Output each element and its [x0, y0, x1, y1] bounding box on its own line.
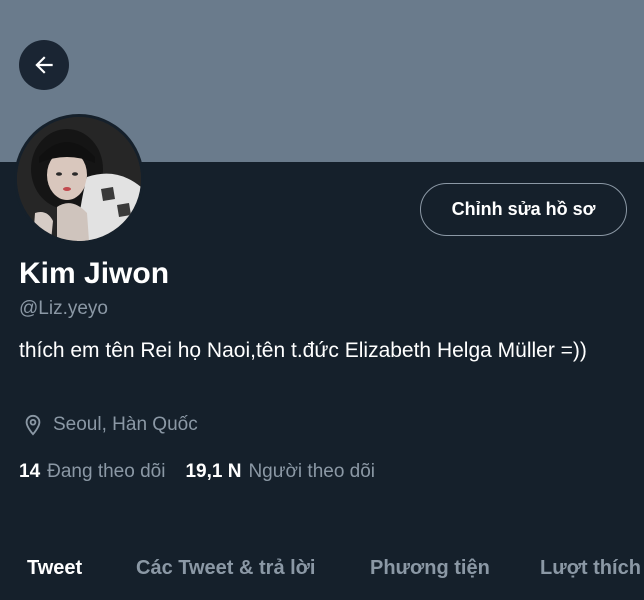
- profile-stats: 14 Đang theo dõi 19,1 N Người theo dõi: [19, 461, 375, 483]
- tab-media[interactable]: Phương tiện: [370, 557, 490, 580]
- profile-location: Seoul, Hàn Quốc: [22, 414, 198, 436]
- profile-handle: @Liz.yeyo: [19, 298, 108, 319]
- following-count: 14: [19, 461, 41, 482]
- edit-profile-button[interactable]: Chỉnh sửa hồ sơ: [420, 183, 627, 236]
- tab-tweets[interactable]: Tweet: [27, 557, 82, 580]
- profile-tabs: Tweet Các Tweet & trả lời Phương tiện Lư…: [0, 545, 644, 600]
- tab-tweets-replies[interactable]: Các Tweet & trả lời: [136, 557, 315, 580]
- followers-count: 19,1 N: [185, 461, 242, 482]
- avatar-photo: [17, 117, 141, 241]
- profile-name: Kim Jiwon: [19, 257, 170, 290]
- edit-profile-label: Chỉnh sửa hồ sơ: [451, 199, 596, 219]
- arrow-left-icon: [35, 56, 53, 74]
- followers-label: Người theo dõi: [248, 461, 376, 482]
- tab-likes[interactable]: Lượt thích: [540, 557, 641, 580]
- avatar[interactable]: [14, 114, 144, 244]
- following-label: Đang theo dõi: [47, 461, 166, 482]
- following-link[interactable]: 14 Đang theo dõi: [19, 461, 165, 483]
- followers-link[interactable]: 19,1 N Người theo dõi: [185, 461, 375, 483]
- back-button[interactable]: [19, 40, 69, 90]
- profile-bio: thích em tên Rei họ Naoi,tên t.đức Eliza…: [19, 339, 587, 362]
- location-pin-icon: [25, 414, 41, 436]
- location-text: Seoul, Hàn Quốc: [53, 414, 198, 435]
